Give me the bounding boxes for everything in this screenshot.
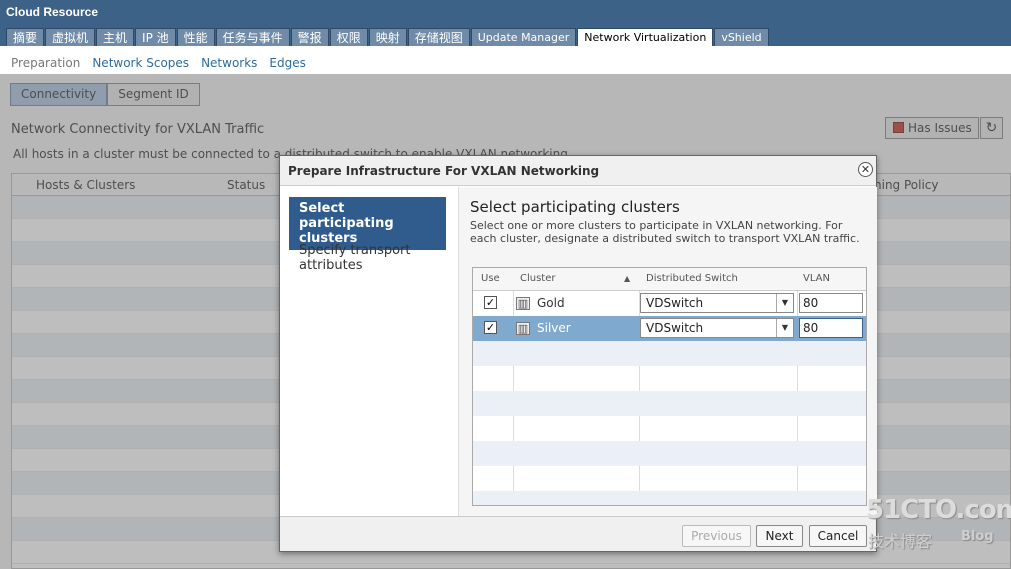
panel-title: Select participating clusters xyxy=(470,198,680,216)
grid-header: Use Cluster ▲ Distributed Switch VLAN xyxy=(473,268,866,291)
column-cluster[interactable]: Cluster xyxy=(520,273,556,284)
distributed-switch-select[interactable]: VDSwitch ▼ xyxy=(640,293,794,313)
table-row[interactable]: ✓ ▥ Silver VDSwitch ▼ 80 xyxy=(473,316,866,341)
empty-row xyxy=(473,341,866,366)
chevron-down-icon[interactable]: ▼ xyxy=(776,319,793,337)
watermark-blog: Blog xyxy=(961,529,994,544)
wizard-panel: Select participating clusters Select one… xyxy=(458,187,877,516)
tab-performance[interactable]: 性能 xyxy=(176,28,215,46)
empty-row xyxy=(473,366,866,391)
step-transport-attributes[interactable]: Specify transport attributes xyxy=(289,239,446,277)
tab-alarms[interactable]: 警报 xyxy=(290,28,329,46)
cluster-name: Gold xyxy=(537,296,565,310)
subnav-edges[interactable]: Edges xyxy=(269,52,305,74)
watermark-subtitle: 技术博客 xyxy=(868,532,933,551)
tab-vms[interactable]: 虚拟机 xyxy=(45,28,96,46)
tab-bar: 摘要 虚拟机 主机 IP 池 性能 任务与事件 警报 权限 映射 存储视图 Up… xyxy=(6,28,770,46)
table-row[interactable]: ✓ ▥ Gold VDSwitch ▼ 80 xyxy=(473,291,866,316)
vlan-input[interactable]: 80 xyxy=(799,318,863,338)
cluster-icon: ▥ xyxy=(516,322,530,335)
distributed-switch-value: VDSwitch xyxy=(646,296,704,310)
tab-tasks-events[interactable]: 任务与事件 xyxy=(215,28,290,46)
column-use[interactable]: Use xyxy=(481,273,500,284)
next-button[interactable]: Next xyxy=(756,525,803,547)
watermark-logo: 51CTO.com xyxy=(866,495,1011,525)
tab-summary[interactable]: 摘要 xyxy=(6,28,45,46)
prepare-infrastructure-dialog: Prepare Infrastructure For VXLAN Network… xyxy=(279,155,877,552)
tab-vshield[interactable]: vShield xyxy=(714,28,769,46)
distributed-switch-value: VDSwitch xyxy=(646,321,704,335)
window-title: Cloud Resource xyxy=(6,5,99,19)
tab-storage-views[interactable]: 存储视图 xyxy=(407,28,470,46)
watermark: 51CTO.com 技术博客 Blog xyxy=(866,495,1011,553)
panel-description: Select one or more clusters to participa… xyxy=(470,219,860,245)
cluster-icon: ▥ xyxy=(516,297,530,310)
clusters-grid: Use Cluster ▲ Distributed Switch VLAN ✓ … xyxy=(472,267,867,506)
subnav-network-scopes[interactable]: Network Scopes xyxy=(92,52,189,74)
chevron-down-icon[interactable]: ▼ xyxy=(776,294,793,312)
use-checkbox-silver[interactable]: ✓ xyxy=(484,321,497,334)
sort-ascending-icon[interactable]: ▲ xyxy=(624,274,630,283)
tab-hosts[interactable]: 主机 xyxy=(96,28,135,46)
column-distributed-switch[interactable]: Distributed Switch xyxy=(646,273,738,284)
tab-permissions[interactable]: 权限 xyxy=(329,28,368,46)
subnav-networks[interactable]: Networks xyxy=(201,52,257,74)
tab-update-manager[interactable]: Update Manager xyxy=(470,28,577,46)
empty-row xyxy=(473,416,866,441)
use-checkbox-gold[interactable]: ✓ xyxy=(484,296,497,309)
tab-maps[interactable]: 映射 xyxy=(368,28,407,46)
cancel-button[interactable]: Cancel xyxy=(809,525,867,547)
subnav-preparation[interactable]: Preparation xyxy=(11,52,80,74)
cluster-name: Silver xyxy=(537,321,571,335)
wizard-steps: Select participating clusters Specify tr… xyxy=(280,187,458,516)
vlan-input[interactable]: 80 xyxy=(799,293,863,313)
empty-row xyxy=(473,466,866,491)
previous-button[interactable]: Previous xyxy=(682,525,751,547)
empty-row xyxy=(473,391,866,416)
tab-network-virtualization[interactable]: Network Virtualization xyxy=(577,28,714,46)
column-vlan[interactable]: VLAN xyxy=(803,273,830,284)
distributed-switch-select[interactable]: VDSwitch ▼ xyxy=(640,318,794,338)
tab-ip-pools[interactable]: IP 池 xyxy=(135,28,176,46)
empty-row xyxy=(473,441,866,466)
app-header: Cloud Resource 摘要 虚拟机 主机 IP 池 性能 任务与事件 警… xyxy=(0,0,1011,46)
sub-navigation: Preparation Network Scopes Networks Edge… xyxy=(0,52,1011,74)
dialog-title: Prepare Infrastructure For VXLAN Network… xyxy=(280,156,876,186)
close-icon[interactable]: ✕ xyxy=(858,162,873,177)
empty-row xyxy=(473,491,866,505)
dialog-footer: Previous Next Cancel xyxy=(280,516,876,551)
